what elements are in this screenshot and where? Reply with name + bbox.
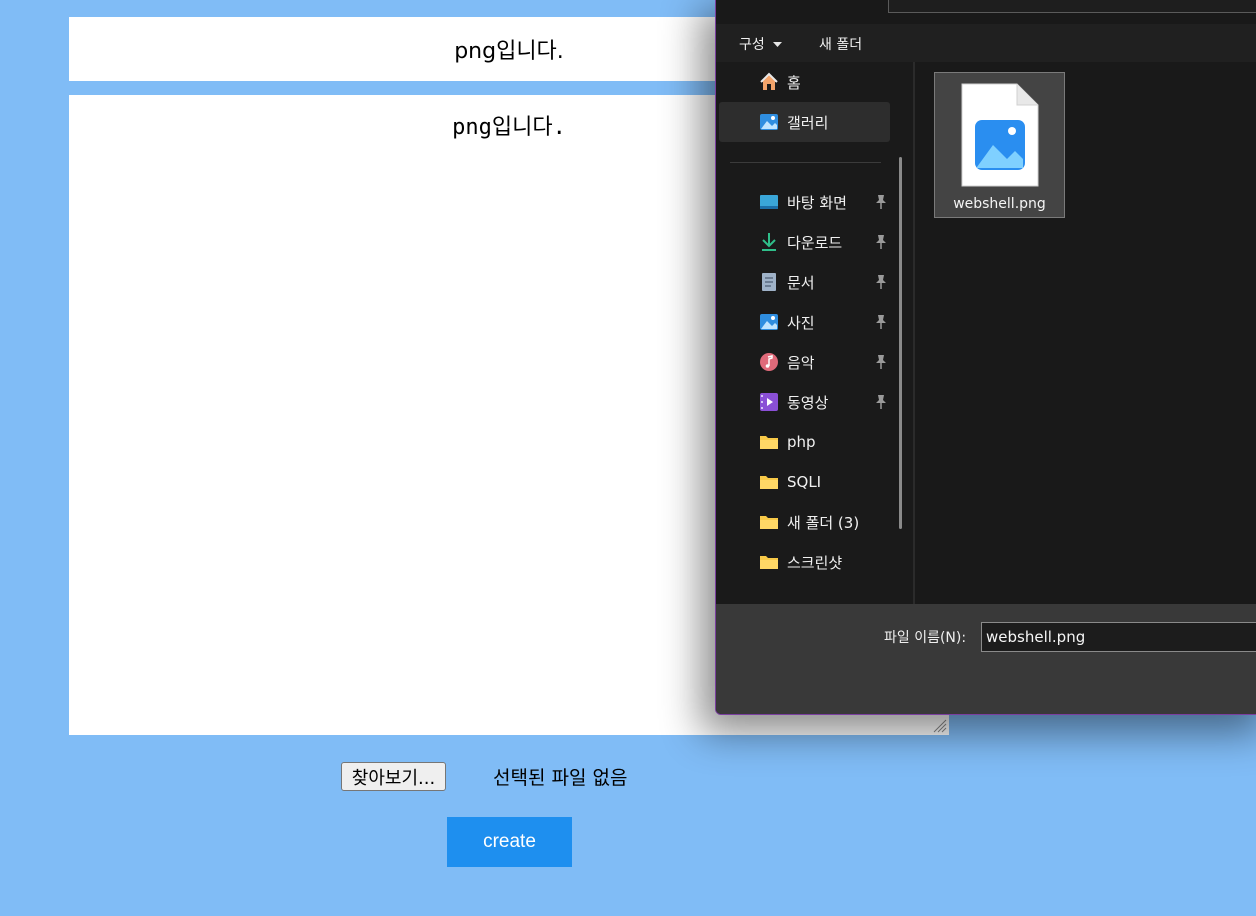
title-input-value: png입니다. bbox=[454, 39, 564, 64]
filename-input[interactable] bbox=[981, 622, 1256, 652]
nav-item-folder-php[interactable]: php bbox=[719, 422, 890, 462]
pin-icon[interactable] bbox=[874, 394, 888, 410]
file-status-text: 선택된 파일 없음 bbox=[493, 767, 628, 789]
nav-label: 바탕 화면 bbox=[787, 193, 847, 212]
pin-icon[interactable] bbox=[874, 314, 888, 330]
organize-button[interactable]: 구성 bbox=[739, 34, 783, 54]
desktop-icon bbox=[760, 195, 778, 209]
nav-item-pictures[interactable]: 사진 bbox=[719, 302, 890, 342]
nav-label: php bbox=[787, 433, 816, 451]
chevron-down-icon bbox=[773, 42, 783, 47]
nav-label: 스크린샷 bbox=[787, 553, 843, 572]
folder-icon bbox=[760, 516, 778, 529]
image-file-icon bbox=[961, 83, 1039, 187]
music-icon bbox=[760, 353, 778, 371]
content-textarea-value: png입니다. bbox=[452, 115, 566, 140]
pin-icon[interactable] bbox=[874, 274, 888, 290]
nav-label: SQLI bbox=[787, 473, 822, 491]
nav-scrollbar[interactable] bbox=[899, 157, 902, 529]
command-bar: 구성 새 폴더 bbox=[716, 24, 1256, 62]
resize-grip-icon[interactable] bbox=[931, 717, 947, 733]
nav-label: 갤러리 bbox=[787, 113, 829, 132]
pin-icon[interactable] bbox=[874, 234, 888, 250]
nav-item-documents[interactable]: 문서 bbox=[719, 262, 890, 302]
gallery-icon bbox=[760, 114, 778, 130]
create-button[interactable]: create bbox=[447, 817, 572, 867]
nav-item-gallery[interactable]: 갤러리 bbox=[719, 102, 890, 142]
nav-separator bbox=[730, 162, 881, 163]
navigation-pane: 홈 갤러리 바탕 화면 다운로드 문서 사진 음악 동영상 php SQLI 새… bbox=[716, 62, 913, 604]
pin-icon[interactable] bbox=[874, 354, 888, 370]
folder-icon bbox=[760, 436, 778, 449]
video-icon bbox=[760, 393, 778, 411]
nav-item-folder-new3[interactable]: 새 폴더 (3) bbox=[719, 502, 890, 542]
browse-button[interactable]: 찾아보기... bbox=[341, 762, 446, 791]
folder-icon bbox=[760, 476, 778, 489]
nav-item-folder-screenshots[interactable]: 스크린샷 bbox=[719, 542, 890, 582]
file-item-webshell[interactable]: webshell.png bbox=[934, 72, 1065, 218]
folder-icon bbox=[760, 556, 778, 569]
address-bar[interactable] bbox=[888, 0, 1256, 13]
download-icon bbox=[762, 233, 776, 251]
nav-label: 새 폴더 (3) bbox=[787, 513, 860, 532]
home-icon bbox=[760, 72, 778, 90]
nav-label: 동영상 bbox=[787, 393, 829, 412]
file-item-name: webshell.png bbox=[953, 196, 1046, 212]
nav-label: 문서 bbox=[787, 273, 815, 292]
nav-item-folder-sqli[interactable]: SQLI bbox=[719, 462, 890, 502]
nav-label: 음악 bbox=[787, 353, 815, 372]
nav-item-downloads[interactable]: 다운로드 bbox=[719, 222, 890, 262]
nav-item-videos[interactable]: 동영상 bbox=[719, 382, 890, 422]
nav-label: 다운로드 bbox=[787, 233, 843, 252]
pane-divider[interactable] bbox=[913, 62, 915, 604]
filename-label: 파일 이름(N): bbox=[884, 630, 967, 646]
dialog-bottom-bar: 파일 이름(N): bbox=[716, 604, 1256, 714]
nav-label: 사진 bbox=[787, 313, 815, 332]
organize-label: 구성 bbox=[739, 37, 765, 53]
nav-item-music[interactable]: 음악 bbox=[719, 342, 890, 382]
pictures-icon bbox=[760, 314, 778, 330]
pin-icon[interactable] bbox=[874, 194, 888, 210]
nav-label: 홈 bbox=[787, 73, 801, 92]
new-folder-button[interactable]: 새 폴더 bbox=[819, 34, 862, 54]
nav-item-home[interactable]: 홈 bbox=[719, 62, 890, 102]
file-open-dialog: 구성 새 폴더 홈 갤러리 바탕 화면 다운로드 문서 사진 음악 동영상 ph… bbox=[715, 0, 1256, 715]
nav-item-desktop[interactable]: 바탕 화면 bbox=[719, 182, 890, 222]
document-icon bbox=[762, 273, 776, 291]
